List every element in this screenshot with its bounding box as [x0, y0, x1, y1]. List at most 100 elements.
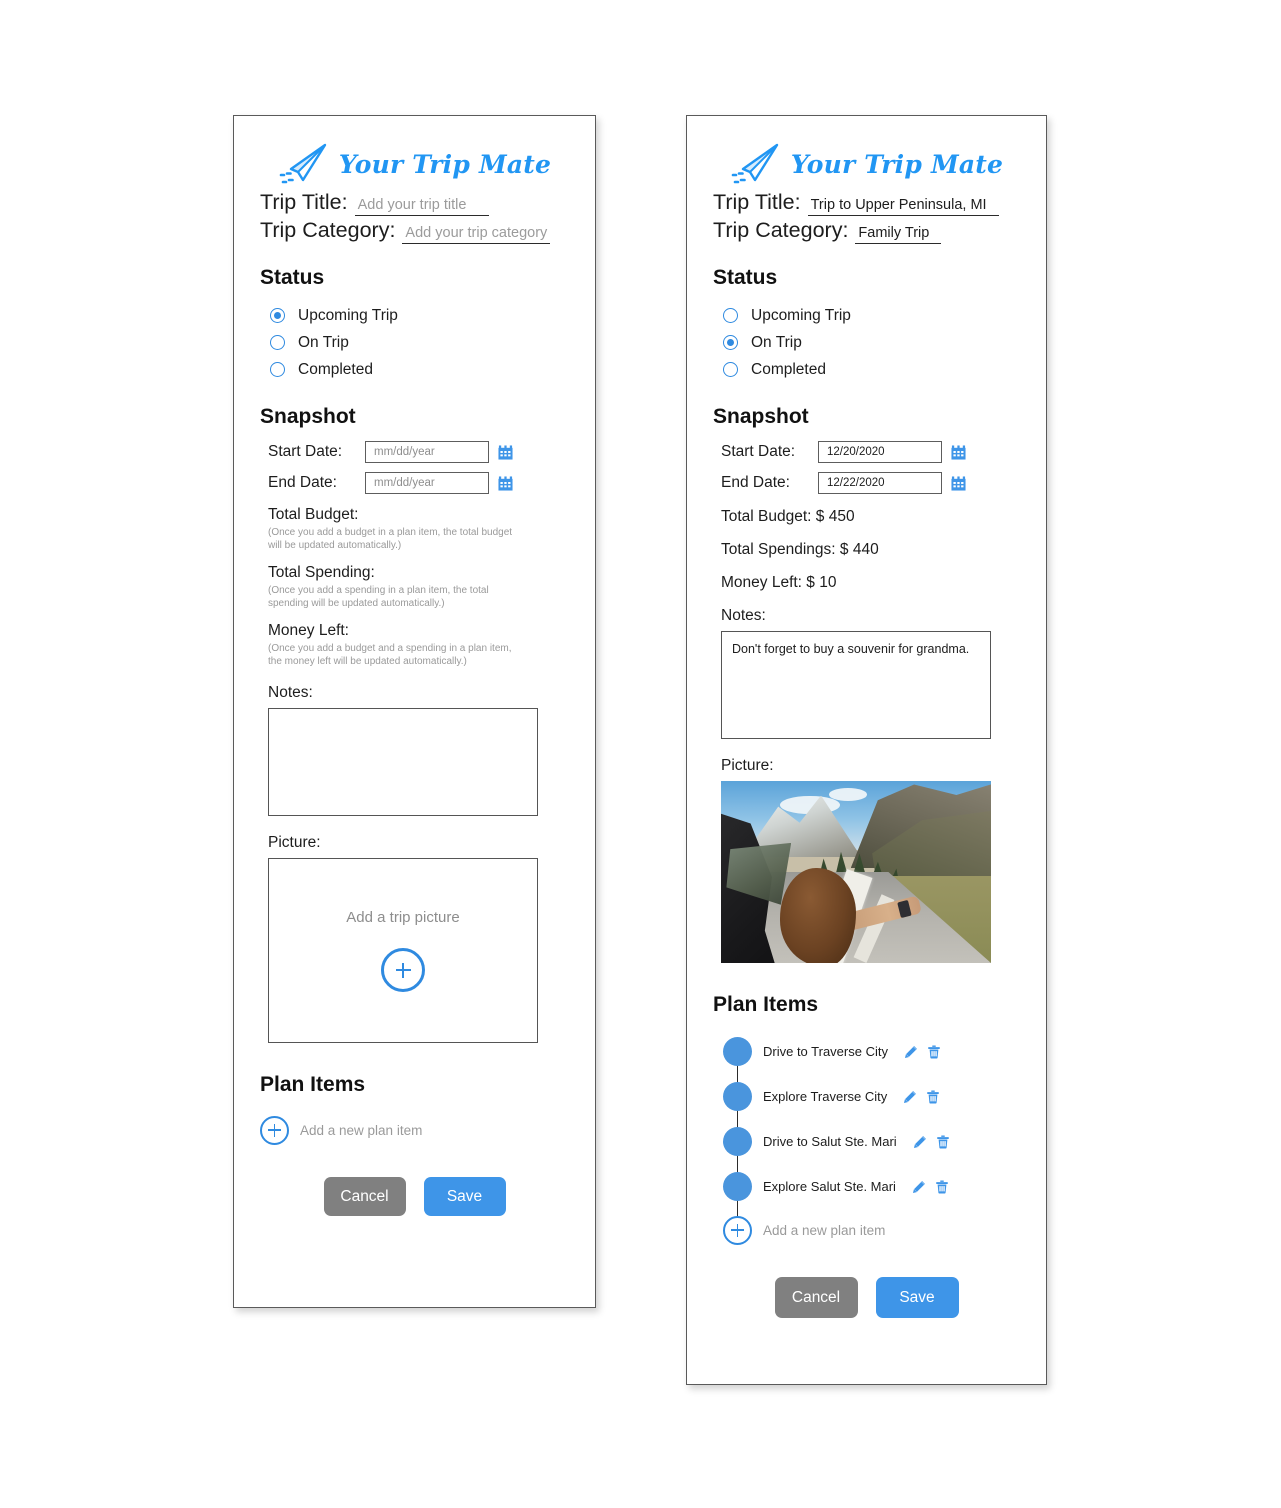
photo-hair [780, 868, 856, 963]
notes-textarea[interactable] [268, 708, 538, 816]
plan-item-label: Drive to Salut Ste. Mari [763, 1134, 897, 1149]
save-button[interactable]: Save [423, 1177, 506, 1216]
delete-trash-icon[interactable] [926, 1090, 940, 1104]
radio-icon[interactable] [723, 335, 738, 350]
photo-cloud [829, 788, 867, 801]
calendar-icon[interactable] [951, 444, 966, 460]
plan-item-row[interactable]: Explore Salut Ste. Mari [723, 1164, 1020, 1209]
trip-category-input[interactable]: Family Trip [855, 224, 942, 244]
calendar-icon[interactable] [498, 475, 513, 491]
radio-icon[interactable] [270, 335, 285, 350]
radio-icon[interactable] [270, 362, 285, 377]
notes-label: Notes: [721, 607, 766, 624]
money-left-hint: (Once you add a budget and a spending in… [268, 643, 512, 667]
edit-pencil-icon[interactable] [904, 1045, 918, 1059]
start-date-label: Start Date: [268, 443, 343, 460]
app-logo-text: Your Trip Mate [790, 149, 1004, 179]
trip-title-input[interactable]: Trip to Upper Peninsula, MI [807, 196, 999, 216]
form-actions: Cancel Save [713, 1277, 1020, 1348]
end-date-row: End Date: 12/22/2020 [721, 472, 1020, 494]
notes-textarea[interactable]: Don't forget to buy a souvenir for grand… [721, 631, 991, 739]
start-date-label: Start Date: [721, 443, 796, 460]
status-option-label: On Trip [298, 333, 349, 351]
plan-item-row[interactable]: Explore Traverse City [723, 1074, 1020, 1119]
plan-item-label: Explore Salut Ste. Mari [763, 1179, 896, 1194]
radio-icon[interactable] [723, 308, 738, 323]
delete-trash-icon[interactable] [927, 1045, 941, 1059]
add-plan-item-row[interactable]: Add a new plan item [260, 1109, 569, 1151]
end-date-input[interactable]: mm/dd/year [365, 472, 489, 494]
plan-item-actions [903, 1090, 940, 1104]
edit-pencil-icon[interactable] [913, 1135, 927, 1149]
total-budget-label: Total Budget: [268, 506, 359, 523]
total-budget-hint: (Once you add a budget in a plan item, t… [268, 527, 513, 551]
plan-item-label: Drive to Traverse City [763, 1044, 888, 1059]
calendar-icon[interactable] [498, 444, 513, 460]
status-option-upcoming-trip[interactable]: Upcoming Trip [270, 302, 569, 329]
plan-items-heading: Plan Items [260, 1073, 366, 1096]
notes-label: Notes: [268, 684, 313, 701]
add-plan-item-row[interactable]: Add a new plan item [723, 1209, 1020, 1251]
total-spendings-value: Total Spendings: $ 440 [721, 541, 879, 558]
start-date-input[interactable]: mm/dd/year [365, 441, 489, 463]
status-option-completed[interactable]: Completed [723, 356, 1020, 383]
start-date-row: Start Date: 12/20/2020 [721, 441, 1020, 463]
start-date-row: Start Date: mm/dd/year [268, 441, 569, 463]
picture-dropzone[interactable]: Add a trip picture [268, 858, 538, 1043]
picture-label: Picture: [721, 757, 774, 774]
trip-title-label: Trip Title: [713, 190, 801, 214]
edit-trip-form-card: Your Trip Mate Trip Title: Trip to Upper… [686, 115, 1047, 1385]
timeline-dot-icon [723, 1037, 752, 1066]
new-trip-form-card: Your Trip Mate Trip Title: Add your trip… [233, 115, 596, 1308]
calendar-icon[interactable] [951, 475, 966, 491]
form-actions: Cancel Save [260, 1177, 569, 1246]
plan-item-actions [904, 1045, 941, 1059]
status-option-upcoming-trip[interactable]: Upcoming Trip [723, 302, 1020, 329]
cancel-button[interactable]: Cancel [323, 1177, 406, 1216]
radio-icon[interactable] [723, 362, 738, 377]
app-logo: Your Trip Mate [234, 116, 595, 190]
delete-trash-icon[interactable] [936, 1135, 950, 1149]
add-picture-icon[interactable] [381, 948, 425, 992]
delete-trash-icon[interactable] [935, 1180, 949, 1194]
save-button[interactable]: Save [875, 1277, 959, 1318]
paper-plane-icon [731, 143, 779, 184]
cancel-button[interactable]: Cancel [774, 1277, 858, 1318]
plus-icon[interactable] [723, 1215, 752, 1245]
trip-picture[interactable] [721, 781, 991, 963]
trip-title-label: Trip Title: [260, 190, 348, 214]
edit-pencil-icon[interactable] [903, 1090, 917, 1104]
total-spending-hint: (Once you add a spending in a plan item,… [268, 585, 489, 609]
timeline-dot-icon [723, 1127, 752, 1156]
trip-category-input[interactable]: Add your trip category [402, 224, 551, 244]
plan-item-actions [913, 1135, 950, 1149]
add-plan-item-label: Add a new plan item [300, 1122, 423, 1138]
plan-item-row[interactable]: Drive to Salut Ste. Mari [723, 1119, 1020, 1164]
status-option-on-trip[interactable]: On Trip [723, 329, 1020, 356]
end-date-input[interactable]: 12/22/2020 [818, 472, 942, 494]
status-heading: Status [260, 266, 325, 289]
status-option-label: On Trip [751, 333, 802, 351]
end-date-row: End Date: mm/dd/year [268, 472, 569, 494]
trip-title-input[interactable]: Add your trip title [354, 196, 489, 216]
plan-items-heading: Plan Items [713, 993, 819, 1016]
end-date-label: End Date: [268, 474, 337, 491]
status-heading: Status [713, 266, 778, 289]
start-date-input[interactable]: 12/20/2020 [818, 441, 942, 463]
status-option-on-trip[interactable]: On Trip [270, 329, 569, 356]
app-logo-text: Your Trip Mate [338, 149, 552, 179]
trip-category-row: Trip Category: Add your trip category [260, 218, 569, 244]
snapshot-section: Start Date: mm/dd/year End Date: mm/dd/y… [268, 441, 569, 1043]
radio-icon[interactable] [270, 308, 285, 323]
add-plan-item-label: Add a new plan item [763, 1222, 886, 1238]
end-date-label: End Date: [721, 474, 790, 491]
plan-item-row[interactable]: Drive to Traverse City [723, 1029, 1020, 1074]
edit-pencil-icon[interactable] [912, 1180, 926, 1194]
status-radio-group: Upcoming Trip On Trip Completed [723, 302, 1020, 383]
status-option-completed[interactable]: Completed [270, 356, 569, 383]
status-option-label: Upcoming Trip [751, 306, 851, 324]
status-option-label: Completed [298, 360, 373, 378]
money-left-value: Money Left: $ 10 [721, 574, 837, 591]
trip-category-label: Trip Category: [713, 218, 849, 242]
plus-icon[interactable] [260, 1115, 289, 1145]
